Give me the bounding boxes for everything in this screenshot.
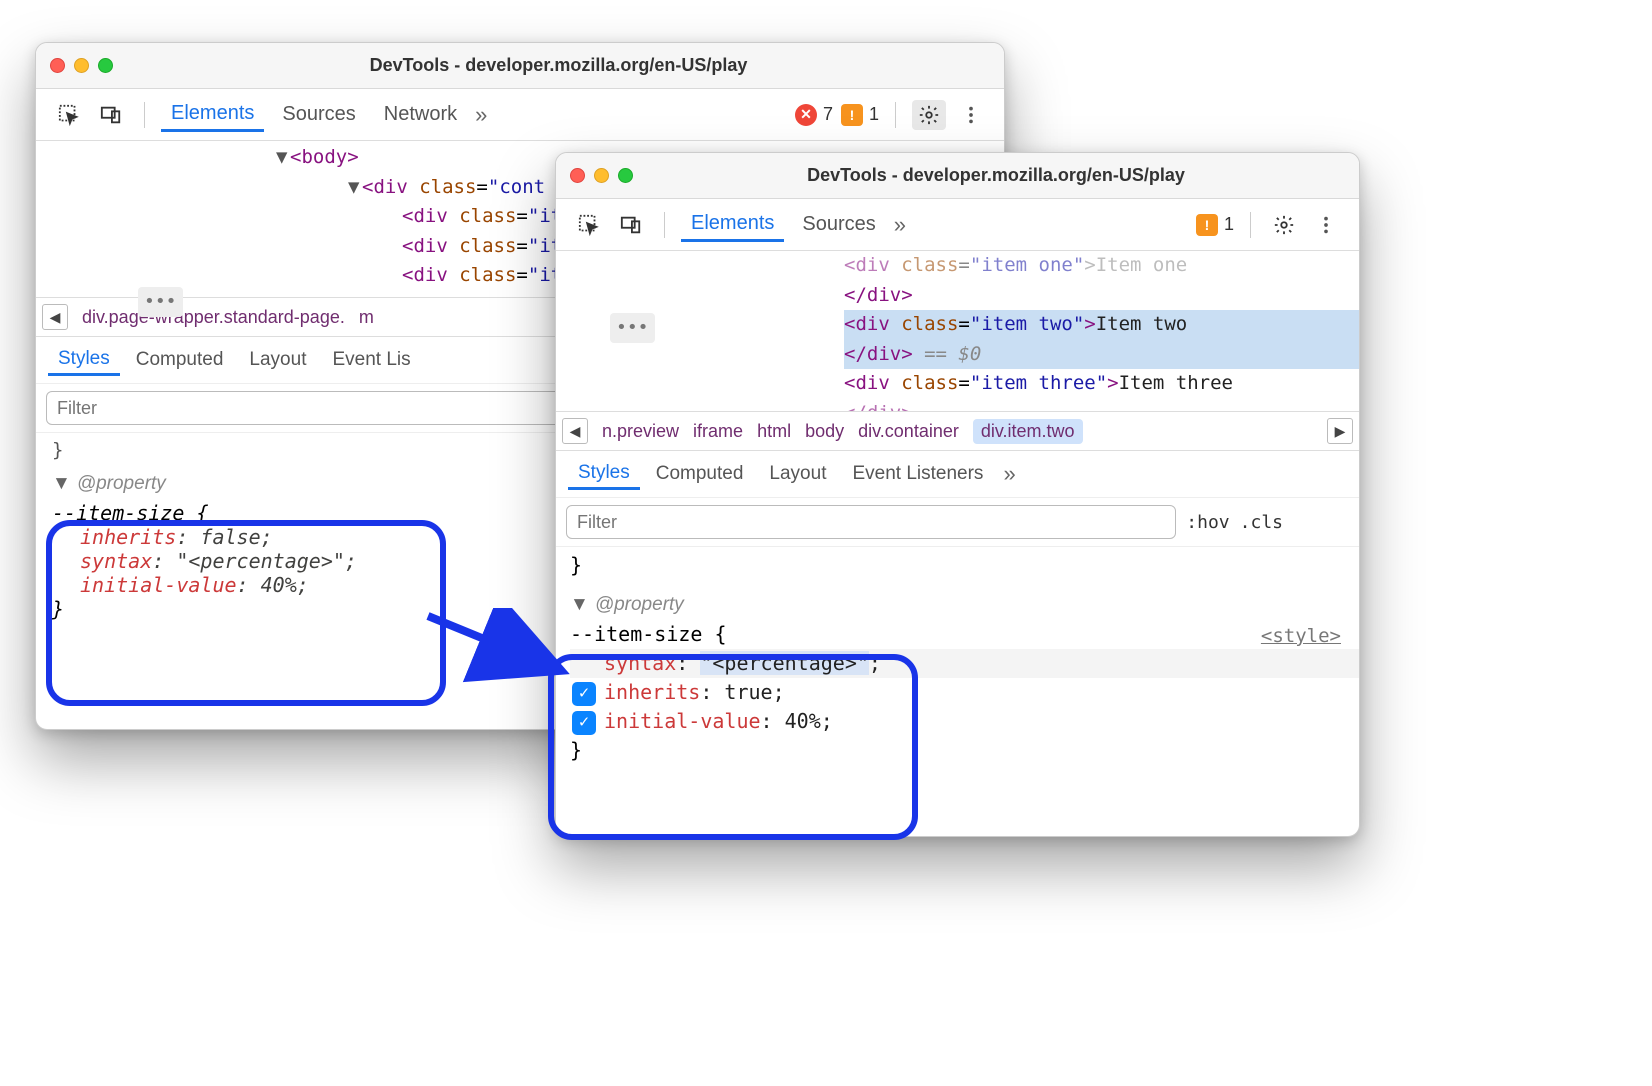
close-icon[interactable] [570,168,585,183]
inspect-element-icon[interactable] [572,210,606,240]
dom-row[interactable]: </div> [844,281,1359,311]
subtab-styles[interactable]: Styles [568,459,640,490]
zoom-icon[interactable] [98,58,113,73]
subtab-computed[interactable]: Computed [646,460,754,488]
minimize-icon[interactable] [74,58,89,73]
more-menu-icon[interactable] [1309,210,1343,240]
breadcrumb-item[interactable]: div.page-wrapper.standard-page. [82,307,345,328]
tab-sources[interactable]: Sources [272,99,365,130]
titlebar: DevTools - developer.mozilla.org/en-US/p… [36,43,1004,89]
titlebar: DevTools - developer.mozilla.org/en-US/p… [556,153,1359,199]
dom-row-selected[interactable]: </div> == $0 [844,340,1359,370]
new-style-rule-icon[interactable] [1293,518,1305,526]
dom-row[interactable]: </div> [844,399,1359,411]
subtab-layout[interactable]: Layout [239,346,316,374]
divider [664,212,665,238]
subtab-layout[interactable]: Layout [759,460,836,488]
device-toolbar-icon[interactable] [94,100,128,130]
show-more-icon[interactable]: ••• [138,287,183,317]
source-link[interactable]: <style> [1261,625,1341,647]
subtab-event-listeners[interactable]: Event Listeners [842,460,993,488]
divider [1250,212,1251,238]
declaration-line[interactable]: syntax: "<percentage>"; [570,649,1359,678]
warning-counter[interactable]: !1 [1196,214,1234,236]
selector-line: --item-size { [570,620,1359,649]
breadcrumb: ◀ n.preview iframe html body div.contain… [556,411,1359,451]
more-tabs-icon[interactable]: » [894,212,906,238]
tab-sources[interactable]: Sources [792,209,885,240]
brush-icon[interactable] [1315,518,1327,526]
more-tabs-icon[interactable]: » [475,102,487,128]
breadcrumb-item[interactable]: html [757,421,791,442]
warning-count-value: 1 [869,104,879,125]
styles-subtabs: Styles Computed Layout Event Listeners » [556,451,1359,497]
subtab-event-listeners[interactable]: Event Lis [322,346,420,374]
styles-pane: } ▼@property <style> --item-size { synta… [556,547,1359,836]
close-icon[interactable] [50,58,65,73]
tab-elements[interactable]: Elements [161,98,264,132]
breadcrumb-item-selected[interactable]: div.item.two [973,419,1083,444]
computed-toggle-icon[interactable] [1337,518,1349,526]
scroll-right-icon[interactable]: ▶ [1327,418,1353,444]
divider [895,102,896,128]
scroll-left-icon[interactable]: ◀ [42,304,68,330]
dom-row[interactable]: <div class="item three">Item three [844,369,1359,399]
declaration-line[interactable]: ✓inherits: true; [570,678,1359,707]
tab-elements[interactable]: Elements [681,208,784,242]
styles-filter-bar: :hov .cls [556,497,1359,547]
settings-icon[interactable] [912,100,946,130]
show-more-icon[interactable]: ••• [610,313,655,343]
declaration-line[interactable]: ✓initial-value: 40%; [570,707,1359,736]
scroll-left-icon[interactable]: ◀ [562,418,588,444]
minimize-icon[interactable] [594,168,609,183]
breadcrumb-item[interactable]: body [805,421,844,442]
window-title: DevTools - developer.mozilla.org/en-US/p… [647,165,1345,186]
devtools-toolbar: Elements Sources Network » ✕7 !1 [36,89,1004,141]
breadcrumb-item[interactable]: m [359,307,374,328]
tab-network[interactable]: Network [374,99,467,130]
at-property-header[interactable]: ▼@property [570,594,1359,616]
checkbox-checked-icon[interactable]: ✓ [572,682,596,706]
zoom-icon[interactable] [618,168,633,183]
closing-brace: } [570,736,1359,765]
warning-count-value: 1 [1224,214,1234,235]
devtools-window-2: DevTools - developer.mozilla.org/en-US/p… [555,152,1360,837]
css-property-block[interactable]: --item-size { syntax: "<percentage>"; ✓i… [570,616,1359,765]
rule-close: } [570,551,1359,580]
error-counter[interactable]: ✕7 [795,104,833,126]
error-count-value: 7 [823,104,833,125]
inspect-element-icon[interactable] [52,100,86,130]
divider [144,102,145,128]
more-menu-icon[interactable] [954,100,988,130]
settings-icon[interactable] [1267,210,1301,240]
dom-row-selected[interactable]: <div class="item two">Item two [844,310,1359,340]
cls-toggle[interactable]: .cls [1240,512,1283,533]
warning-counter[interactable]: !1 [841,104,879,126]
subtab-styles[interactable]: Styles [48,345,120,376]
breadcrumb-item[interactable]: div.container [858,421,959,442]
filter-input[interactable] [566,505,1176,539]
more-subtabs-icon[interactable]: » [1003,461,1015,487]
window-title: DevTools - developer.mozilla.org/en-US/p… [127,55,990,76]
device-toolbar-icon[interactable] [614,210,648,240]
dom-tree[interactable]: <div class="item one">Item one </div> <d… [556,251,1359,411]
hov-toggle[interactable]: :hov [1186,512,1229,533]
breadcrumb-item[interactable]: n.preview [602,421,679,442]
subtab-computed[interactable]: Computed [126,346,234,374]
devtools-toolbar: Elements Sources » !1 [556,199,1359,251]
breadcrumb-item[interactable]: iframe [693,421,743,442]
dom-row[interactable]: <div class="item one">Item one [844,251,1359,281]
checkbox-checked-icon[interactable]: ✓ [572,711,596,735]
